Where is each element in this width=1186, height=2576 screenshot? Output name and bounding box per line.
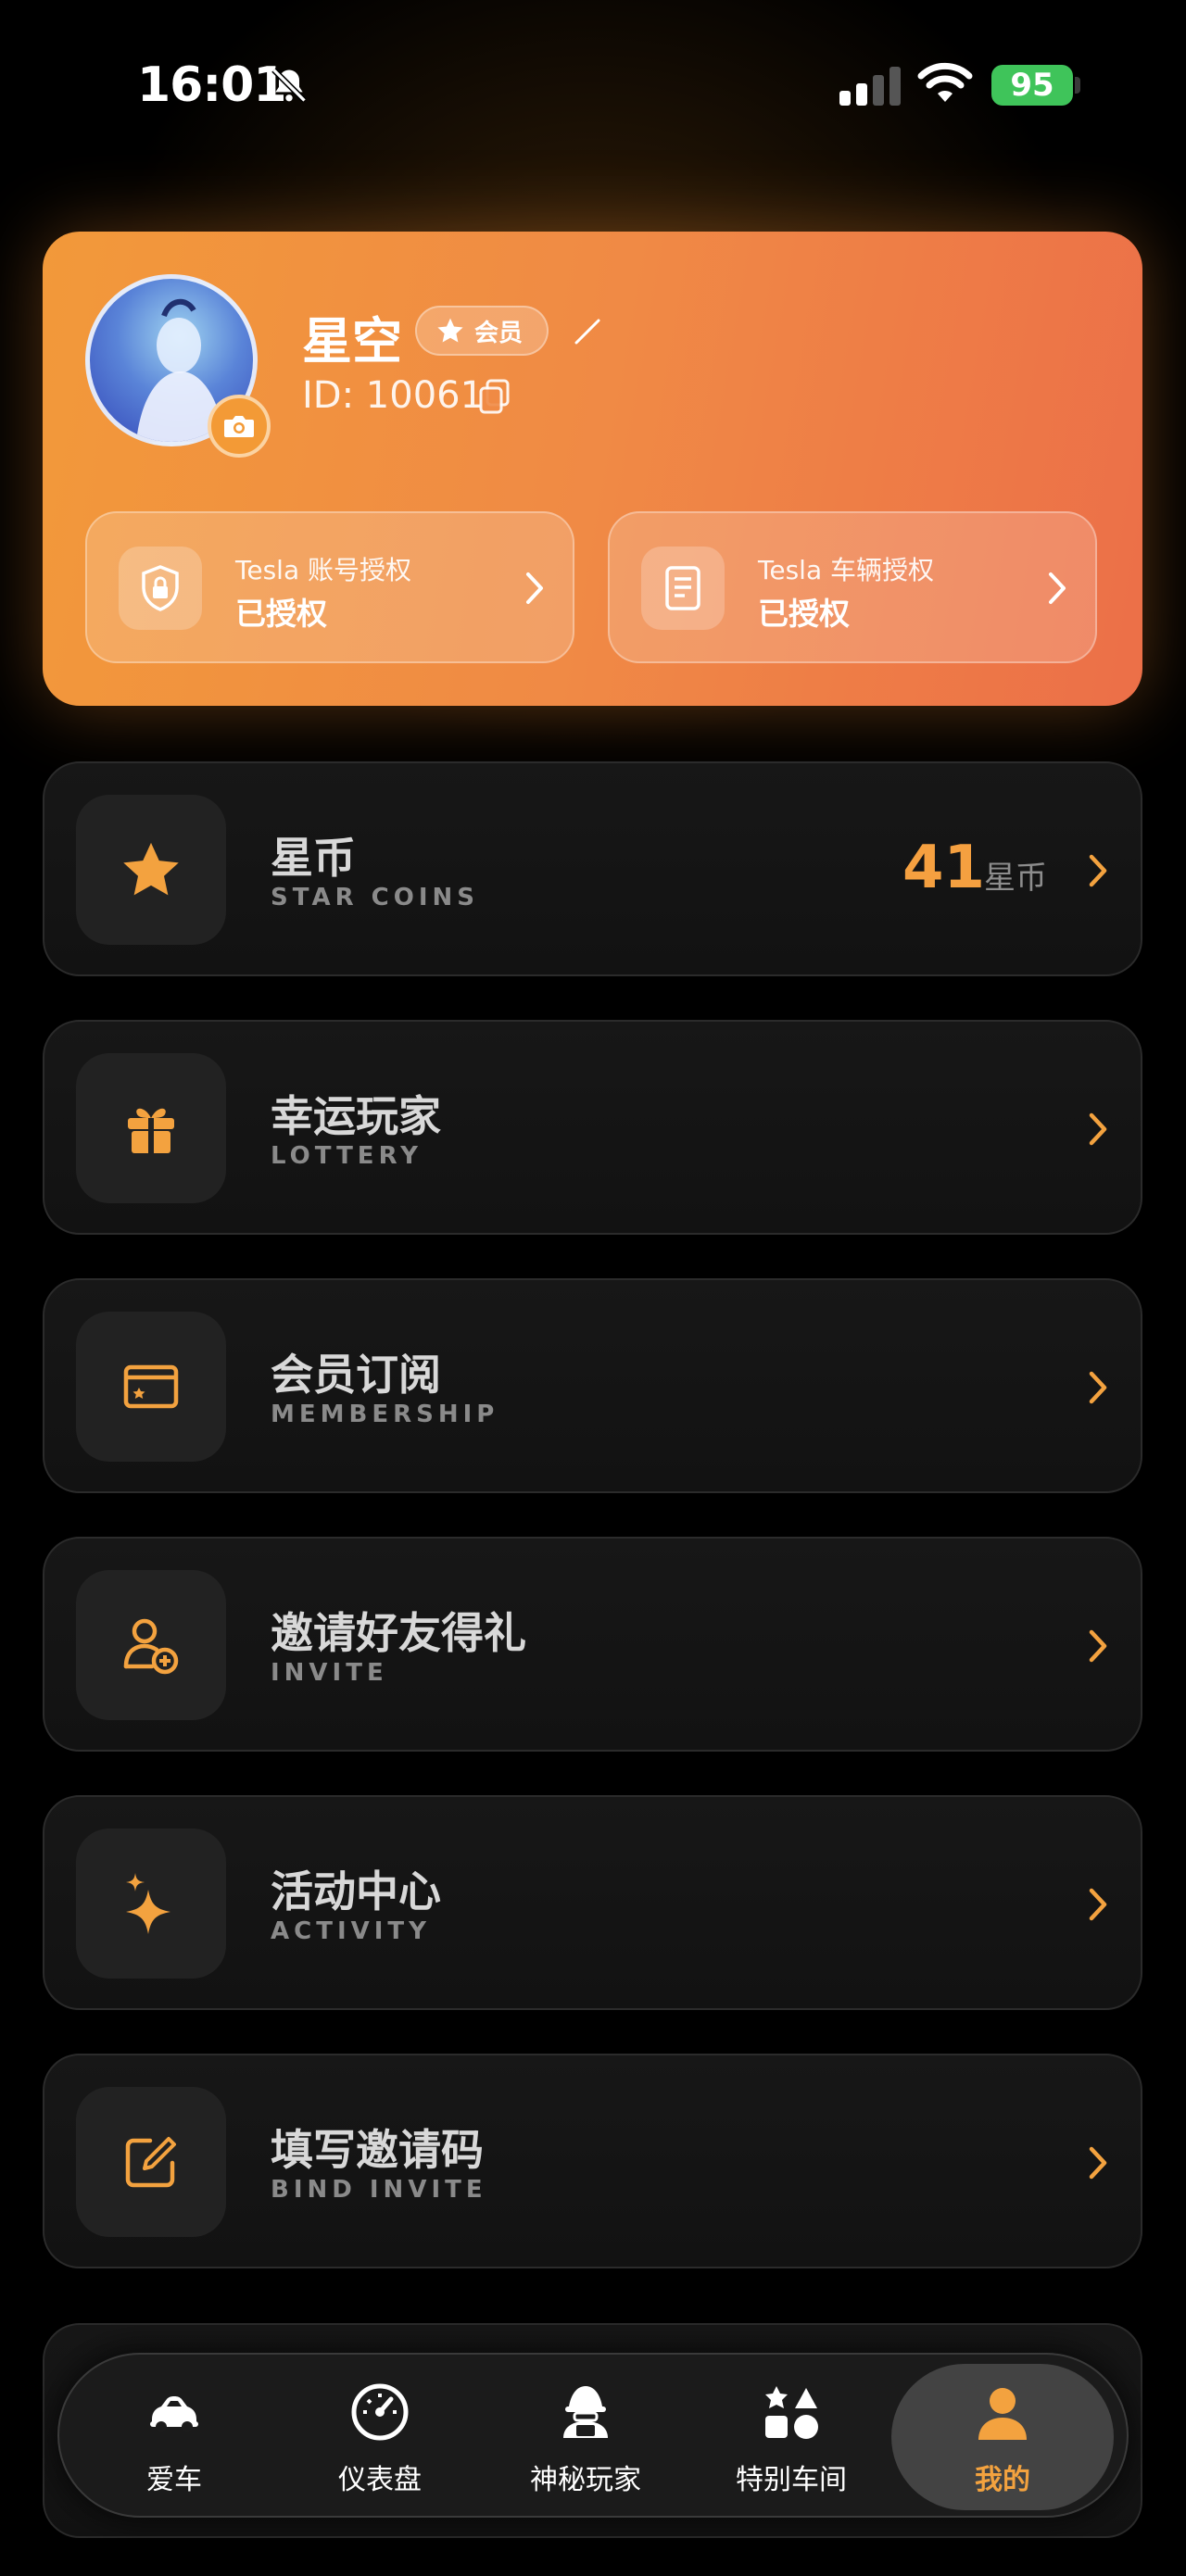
edit-name-icon[interactable]	[573, 315, 604, 346]
member-badge: 会员	[415, 306, 549, 356]
lock-shield-icon	[119, 547, 202, 630]
menu-item-subtitle: MEMBERSHIP	[271, 1401, 499, 1428]
menu-item-bind-invite[interactable]: 填写邀请码 BIND INVITE	[43, 2054, 1142, 2268]
menu-item-title: 会员订阅	[271, 1350, 441, 1400]
chevron-right-icon	[1089, 1112, 1107, 1146]
menu-item-title: 星币	[271, 833, 356, 883]
menu-item-subtitle: LOTTERY	[271, 1142, 423, 1170]
user-id: ID: 10061	[302, 374, 485, 417]
tab-label: 特别车间	[736, 2464, 847, 2496]
tab-car[interactable]: 爱车	[72, 2355, 276, 2519]
profile-card: 星空 会员 ID: 10061 Tesla 账号授权 已授权 Tesla 车辆授…	[43, 232, 1142, 706]
car-icon	[150, 2396, 198, 2432]
edit-box-icon	[76, 2087, 226, 2237]
sparkles-icon	[76, 1828, 226, 1979]
menu-item-title: 幸运玩家	[271, 1091, 441, 1141]
menu-item-subtitle: BIND INVITE	[271, 2176, 487, 2204]
menu-item-title: 填写邀请码	[271, 2125, 484, 2175]
star-icon	[76, 795, 226, 945]
gift-icon	[76, 1053, 226, 1203]
tab-dashboard[interactable]: 仪表盘	[278, 2355, 482, 2519]
username: 星空	[302, 312, 402, 371]
menu-item-title: 邀请好友得礼	[271, 1608, 526, 1658]
chevron-right-icon	[1049, 572, 1066, 604]
chevron-right-icon	[1089, 1629, 1107, 1663]
menu-item-lottery[interactable]: 幸运玩家 LOTTERY	[43, 1020, 1142, 1235]
tile-status: 已授权	[758, 596, 850, 632]
speedometer-icon	[351, 2383, 409, 2441]
menu-item-subtitle: STAR COINS	[271, 884, 479, 911]
tab-mystery-player[interactable]: 神秘玩家	[484, 2355, 688, 2519]
card-icon	[76, 1312, 226, 1462]
tab-label: 爱车	[146, 2464, 202, 2496]
person-icon	[978, 2388, 1027, 2440]
menu-item-title: 活动中心	[271, 1866, 441, 1916]
star-coins-unit: 星币	[984, 860, 1047, 897]
shapes-icon	[765, 2386, 818, 2439]
status-time: 16:01	[137, 57, 287, 113]
tab-label: 我的	[975, 2464, 1030, 2496]
camera-icon	[224, 416, 254, 437]
battery-cap	[1075, 77, 1080, 94]
battery-level: 95	[1010, 67, 1054, 104]
signal-icon	[839, 67, 901, 106]
chevron-right-icon	[1089, 2146, 1107, 2180]
menu-item-subtitle: ACTIVITY	[271, 1917, 431, 1945]
tesla-vehicle-auth-tile[interactable]: Tesla 车辆授权 已授权	[608, 511, 1097, 663]
tab-special-workshop[interactable]: 特别车间	[689, 2355, 893, 2519]
chevron-right-icon	[1089, 1371, 1107, 1404]
chevron-right-icon	[1089, 1888, 1107, 1921]
tile-title: Tesla 车辆授权	[758, 555, 934, 585]
chevron-right-icon	[1089, 854, 1107, 887]
wifi-icon	[917, 62, 973, 102]
tile-status: 已授权	[235, 596, 327, 632]
bottom-tab-bar: 爱车 仪表盘 神秘玩家 特别车间 我的	[57, 2353, 1129, 2518]
menu-item-subtitle: INVITE	[271, 1659, 388, 1687]
document-icon	[641, 547, 725, 630]
menu-item-invite[interactable]: 邀请好友得礼 INVITE	[43, 1537, 1142, 1752]
battery-indicator: 95	[991, 65, 1073, 106]
star-icon	[437, 318, 463, 343]
hacker-icon	[563, 2386, 608, 2438]
chevron-right-icon	[526, 572, 543, 604]
menu-item-activity[interactable]: 活动中心 ACTIVITY	[43, 1795, 1142, 2010]
menu-item-membership[interactable]: 会员订阅 MEMBERSHIP	[43, 1278, 1142, 1493]
tab-label: 神秘玩家	[530, 2464, 641, 2496]
tab-label: 仪表盘	[338, 2464, 422, 2496]
copy-icon[interactable]	[478, 378, 511, 415]
change-avatar-button[interactable]	[208, 395, 271, 458]
menu-item-star-coins[interactable]: 星币 STAR COINS 41 星币	[43, 761, 1142, 976]
tesla-account-auth-tile[interactable]: Tesla 账号授权 已授权	[85, 511, 574, 663]
tile-title: Tesla 账号授权	[235, 555, 411, 585]
bell-muted-icon	[271, 68, 307, 103]
tab-mine[interactable]: 我的	[891, 2364, 1114, 2510]
status-bar: 16:01 95	[0, 0, 1186, 176]
star-coins-value: 41	[902, 834, 986, 902]
add-user-icon	[76, 1570, 226, 1720]
member-badge-label: 会员	[474, 319, 524, 347]
